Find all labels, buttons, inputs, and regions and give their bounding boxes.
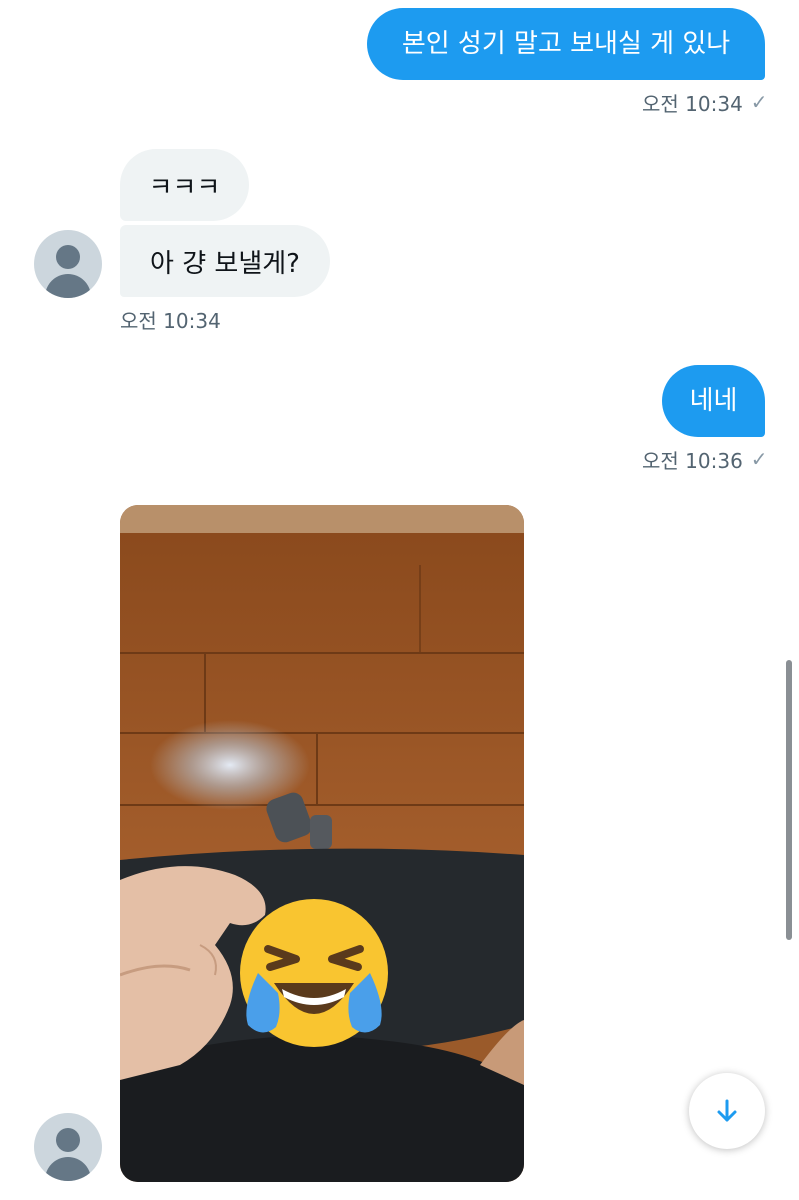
- avatar-body: [45, 274, 91, 298]
- arrow-down-icon: [717, 1099, 737, 1122]
- crying-laughing-emoji-icon: [238, 897, 390, 1049]
- avatar-body: [45, 1157, 91, 1181]
- message-text: ㅋㅋㅋ: [148, 172, 221, 203]
- timestamp-text: 오전 10:36: [642, 448, 743, 473]
- incoming-message-bubble[interactable]: ㅋㅋㅋ: [120, 149, 249, 221]
- outgoing-message-bubble[interactable]: 본인 성기 말고 보내실 게 있나: [367, 8, 765, 80]
- message-text: 네네: [689, 386, 738, 416]
- avatar[interactable]: [34, 230, 102, 298]
- avatar-head: [56, 245, 80, 269]
- photo-image: [120, 505, 524, 1182]
- scrollbar[interactable]: [786, 660, 792, 940]
- avatar[interactable]: [34, 1113, 102, 1181]
- incoming-message-bubble[interactable]: 아 걍 보낼게?: [120, 225, 330, 297]
- timestamp-text: 오전 10:34: [120, 308, 221, 333]
- message-timestamp: 오전 10:36 ✓: [642, 445, 768, 473]
- message-timestamp: 오전 10:34: [120, 305, 221, 333]
- timestamp-text: 오전 10:34: [642, 91, 743, 116]
- media-attachment[interactable]: [120, 505, 524, 1182]
- message-text: 본인 성기 말고 보내실 게 있나: [401, 29, 731, 59]
- message-timestamp: 오전 10:34 ✓: [642, 88, 768, 116]
- scroll-to-bottom-button[interactable]: [689, 1073, 765, 1149]
- avatar-head: [56, 1128, 80, 1152]
- message-text: 아 걍 보낼게?: [150, 248, 300, 279]
- outgoing-message-bubble[interactable]: 네네: [662, 365, 765, 437]
- check-icon: ✓: [750, 447, 768, 471]
- check-icon: ✓: [750, 90, 768, 114]
